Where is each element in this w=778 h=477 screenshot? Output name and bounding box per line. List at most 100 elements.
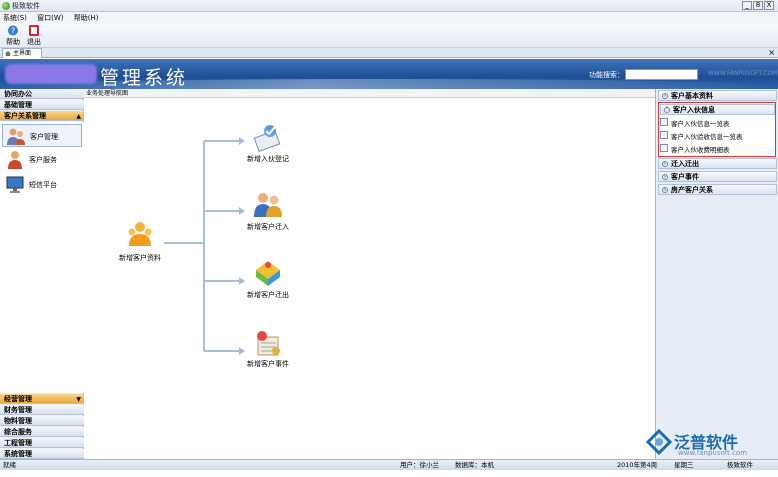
status-bar: 就绪 用户：徐小兰 数据库：本机 2010年第4周 星期三 极致软件 xyxy=(0,459,778,470)
subitem-fee-detail[interactable]: 客户入伙收费明细表 xyxy=(660,144,730,154)
menu-system[interactable]: 系统(S) xyxy=(3,12,27,24)
home-icon xyxy=(5,51,11,56)
maximize-button[interactable]: 8 xyxy=(753,1,763,10)
tab-strip: 主界面 × xyxy=(0,48,778,58)
add-customer-icon xyxy=(128,222,152,246)
status-week: 2010年第4周 xyxy=(617,461,658,469)
section-customer-event[interactable]: › 客户事件 xyxy=(658,171,777,182)
monitor-icon xyxy=(6,176,24,193)
tab-close-icon[interactable]: × xyxy=(768,48,775,58)
minimize-button[interactable]: _ xyxy=(742,1,752,10)
brand-logo-icon xyxy=(646,429,672,455)
right-panel: › 客户基本资料 ˆ 客户入伙信息 客户入伙信息一览表 客户入伙验收信息一览表 … xyxy=(655,89,778,459)
help-icon: ? xyxy=(8,25,18,36)
nav-item-customer-mgmt[interactable]: 客户管理 xyxy=(2,124,82,147)
exit-icon xyxy=(29,25,39,36)
nav-item-sms[interactable]: 短信平台 xyxy=(2,173,82,196)
svg-text:?: ? xyxy=(11,27,15,36)
menu-help[interactable]: 帮助(H) xyxy=(74,12,99,24)
expand-icon: ▼ xyxy=(76,396,81,403)
menu-window[interactable]: 窗口(W) xyxy=(37,12,63,24)
subitem-checkin-list[interactable]: 客户入伙信息一览表 xyxy=(660,118,730,128)
nav-section-material[interactable]: 物料管理 xyxy=(0,416,84,426)
section-label: 客户事件 xyxy=(671,173,699,181)
subitem-label: 客户入伙收费明细表 xyxy=(671,146,730,154)
help-button[interactable]: ? 帮助 xyxy=(4,25,22,47)
flow-node-source-label: 新增客户资料 xyxy=(119,254,161,262)
collapse-icon: ˆ xyxy=(664,107,670,113)
window-controls: _ 8 X xyxy=(742,1,774,10)
close-button[interactable]: X xyxy=(764,1,774,10)
status-product: 极致软件 xyxy=(727,461,753,469)
service-person-icon xyxy=(8,151,22,169)
left-sidebar: 协同办公 基础管理 客户关系管理 ▲ 客户管理 客户服务 短信平台 经营管理 ▼… xyxy=(0,89,84,459)
nav-section-base[interactable]: 基础管理 xyxy=(0,100,84,110)
nav-item-label: 客户服务 xyxy=(29,156,57,164)
exit-label: 退出 xyxy=(27,38,41,46)
flow-node-moveout-label: 新增客户迁出 xyxy=(247,291,289,299)
nav-section-system[interactable]: 系统管理 xyxy=(0,449,84,459)
section-customer-basic[interactable]: › 客户基本资料 xyxy=(658,90,777,101)
tab-main-label: 主界面 xyxy=(13,50,32,57)
search-input[interactable] xyxy=(625,69,698,80)
section-move-in-out[interactable]: › 迁入迁出 xyxy=(658,158,777,169)
header-banner: 管理系统 功能搜索： WWW.FANPUSOFT.COM xyxy=(0,59,778,89)
nav-section-finance[interactable]: 财务管理 xyxy=(0,405,84,415)
section-property-relation[interactable]: › 房产客户关系 xyxy=(658,184,777,195)
status-user: 用户：徐小兰 xyxy=(400,461,439,469)
customer-moveout-icon xyxy=(256,261,280,286)
subitem-label: 客户入伙信息一览表 xyxy=(671,120,730,128)
subitem-acceptance-list[interactable]: 客户入伙验收信息一览表 xyxy=(660,131,743,141)
expand-icon: › xyxy=(662,161,668,167)
section-label: 客户入伙信息 xyxy=(673,106,715,114)
exit-button[interactable]: 退出 xyxy=(25,25,43,47)
flow-node-event-label: 新增客户事件 xyxy=(247,360,289,368)
subitem-label: 客户入伙验收信息一览表 xyxy=(671,133,743,141)
section-label: 客户基本资料 xyxy=(671,92,713,100)
nav-section-crm[interactable]: 客户关系管理 ▲ xyxy=(0,111,84,121)
register-icon xyxy=(253,125,281,152)
company-logo xyxy=(5,64,97,84)
section-customer-checkin[interactable]: ˆ 客户入伙信息 xyxy=(660,104,775,115)
nav-section-engineering[interactable]: 工程管理 xyxy=(0,438,84,448)
collapse-icon: ▲ xyxy=(76,113,81,120)
nav-section-coop[interactable]: 协同办公 xyxy=(0,89,84,99)
document-icon xyxy=(660,131,668,139)
brand-url: www.fanpusoft.com xyxy=(678,449,748,457)
flow-node-movein-label: 新增客户迁入 xyxy=(247,223,289,231)
nav-item-label: 客户管理 xyxy=(30,133,58,141)
expand-icon: › xyxy=(662,93,668,99)
status-db: 数据库：本机 xyxy=(455,461,494,469)
expand-icon: › xyxy=(662,174,668,180)
brand-watermark: 泛普软件 www.fanpusoft.com xyxy=(636,427,776,461)
system-title: 管理系统 xyxy=(100,67,189,89)
document-icon xyxy=(660,144,668,152)
window-title: 极致软件 xyxy=(12,2,40,10)
document-icon xyxy=(660,118,668,126)
flow-connectors xyxy=(164,137,245,355)
menu-bar: 系统(S) 窗口(W) 帮助(H) xyxy=(0,12,778,24)
nav-panel: 客户管理 客户服务 短信平台 xyxy=(0,122,84,393)
app-icon xyxy=(2,2,10,10)
nav-item-label: 短信平台 xyxy=(29,181,57,189)
nav-section-ops[interactable]: 经营管理 ▼ xyxy=(0,394,84,404)
nav-section-service[interactable]: 综合服务 xyxy=(0,427,84,437)
help-label: 帮助 xyxy=(6,38,20,46)
expand-icon: › xyxy=(662,187,668,193)
nav-item-customer-service[interactable]: 客户服务 xyxy=(2,148,82,171)
tab-main[interactable]: 主界面 xyxy=(2,48,42,58)
section-label: 房产客户关系 xyxy=(671,186,713,194)
status-day: 星期三 xyxy=(674,461,694,469)
customer-movein-icon xyxy=(254,193,282,217)
status-ready: 就绪 xyxy=(3,461,16,469)
nav-section-ops-label: 经营管理 xyxy=(4,395,32,403)
people-icon xyxy=(7,128,25,145)
title-bar: 极致软件 _ 8 X xyxy=(0,0,778,12)
search-label: 功能搜索： xyxy=(589,71,624,79)
banner-watermark: WWW.FANPUSOFT.COM xyxy=(708,70,778,77)
customer-event-icon xyxy=(257,331,280,356)
toolbar: ? 帮助 退出 xyxy=(0,24,778,48)
nav-section-crm-label: 客户关系管理 xyxy=(4,112,46,120)
section-label: 迁入迁出 xyxy=(671,160,699,168)
main-panel: 业务处理导航图 新增客户资料 新增入伙登记 新增客户迁入 新增客户迁出 新增客户… xyxy=(84,89,655,459)
